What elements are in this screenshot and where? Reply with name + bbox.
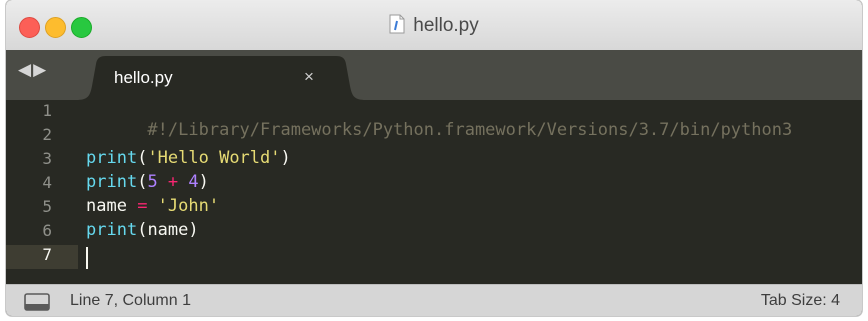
shebang-comment: #!/Library/Frameworks/Python.framework/V… bbox=[147, 120, 793, 140]
code-line-4: print(5 + 4) bbox=[86, 172, 209, 192]
operator-token: = bbox=[126, 196, 158, 216]
cursor-position: Line 7, Column 1 bbox=[70, 292, 191, 309]
title-bar: hello.py bbox=[6, 0, 862, 51]
string-token: 'Hello World' bbox=[147, 148, 281, 168]
window-title-text: hello.py bbox=[413, 15, 479, 36]
line-number-gutter: 1 2 3 4 5 6 7 bbox=[6, 100, 78, 284]
keyword-token: print bbox=[86, 148, 138, 168]
string-token: 'John' bbox=[157, 196, 220, 216]
line-number: 1 bbox=[42, 101, 52, 120]
panel-toggle-icon[interactable] bbox=[24, 293, 50, 311]
tab-size-selector[interactable]: Tab Size: 4 bbox=[761, 292, 840, 310]
text-cursor bbox=[86, 247, 88, 269]
paren-token: ( bbox=[137, 220, 148, 240]
line-number-active: 7 bbox=[42, 245, 52, 264]
variable-token: name bbox=[147, 220, 189, 240]
code-line-5: name = 'John' bbox=[86, 196, 219, 216]
tab-hello-py[interactable]: hello.py × bbox=[76, 56, 366, 100]
line-number: 6 bbox=[42, 221, 52, 240]
tab-navigation: ◀▶ bbox=[18, 60, 48, 80]
tab-close-icon[interactable]: × bbox=[304, 67, 314, 87]
operator-token: + bbox=[157, 172, 189, 192]
code-editor[interactable]: 1 2 3 4 5 6 7 #!/Library/Frameworks/Pyth… bbox=[6, 100, 862, 284]
back-arrow-icon[interactable]: ◀ bbox=[18, 60, 33, 79]
tab-label: hello.py bbox=[114, 68, 173, 87]
paren-token: ) bbox=[188, 220, 199, 240]
line-number: 3 bbox=[42, 149, 52, 168]
paren-token: ( bbox=[137, 172, 148, 192]
line-number: 4 bbox=[42, 173, 52, 192]
forward-arrow-icon[interactable]: ▶ bbox=[33, 60, 48, 79]
tab-bar: ◀▶ hello.py × bbox=[6, 50, 862, 100]
keyword-token: print bbox=[86, 220, 138, 240]
paren-token: ( bbox=[137, 148, 148, 168]
editor-window: hello.py ◀▶ hello.py × 1 2 3 4 5 6 7 #!/… bbox=[6, 0, 862, 316]
window-title: hello.py bbox=[6, 14, 862, 37]
keyword-token: print bbox=[86, 172, 138, 192]
status-bar: Line 7, Column 1 Tab Size: 4 bbox=[6, 284, 862, 316]
number-token: 5 bbox=[147, 172, 158, 192]
paren-token: ) bbox=[198, 172, 209, 192]
code-line-6: print(name) bbox=[86, 220, 199, 240]
python-file-icon bbox=[389, 14, 405, 34]
line-number: 2 bbox=[42, 125, 52, 144]
number-token: 4 bbox=[188, 172, 199, 192]
code-line-3: print('Hello World') bbox=[86, 148, 291, 168]
line-number: 5 bbox=[42, 197, 52, 216]
variable-token: name bbox=[86, 196, 127, 216]
paren-token: ) bbox=[280, 148, 291, 168]
